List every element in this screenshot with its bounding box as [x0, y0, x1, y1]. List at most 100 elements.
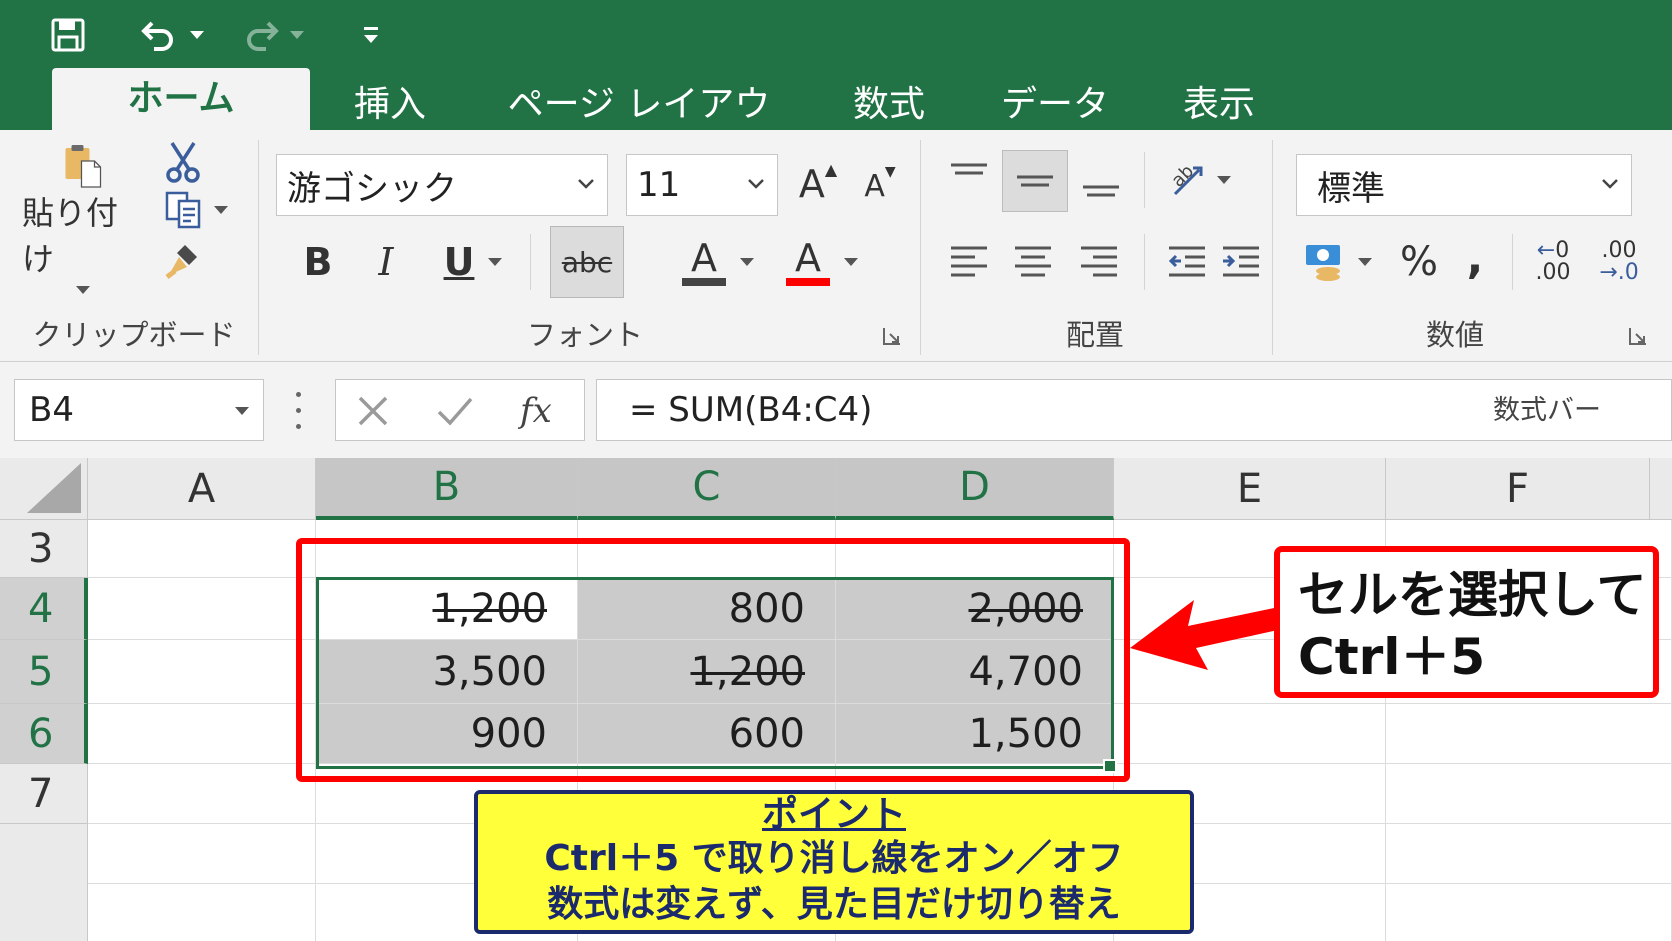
redo-dropdown-icon	[290, 31, 304, 39]
divider	[1512, 234, 1513, 290]
increase-indent-button[interactable]	[1212, 230, 1270, 294]
decrease-decimal-button[interactable]: .00 →.0	[1588, 228, 1650, 296]
number-dialog-launcher-icon[interactable]	[1628, 326, 1648, 346]
svg-text:ab: ab	[1169, 161, 1198, 192]
more-options-icon[interactable]	[292, 386, 304, 434]
align-center-icon	[1015, 246, 1051, 277]
increase-font-size-button[interactable]: A ▲	[794, 156, 842, 212]
tab-insert[interactable]: 挿入	[330, 80, 450, 130]
font-name-select[interactable]: 游ゴシック	[276, 154, 608, 216]
align-left-button[interactable]	[940, 230, 998, 294]
row-header-4[interactable]: 4	[0, 578, 88, 640]
formula-input[interactable]: = SUM(B4:C4) 数式バー	[596, 379, 1672, 441]
column-header-e[interactable]: E	[1114, 458, 1386, 520]
decrease-indent-button[interactable]	[1158, 230, 1216, 294]
tab-home[interactable]: ホーム	[52, 68, 310, 130]
row-header-5[interactable]: 5	[0, 640, 88, 704]
underline-button[interactable]: U	[428, 230, 518, 294]
cell-blank[interactable]	[1386, 824, 1672, 884]
font-color-button[interactable]: A	[776, 226, 868, 298]
cell-a4[interactable]	[88, 578, 316, 640]
strikethrough-button[interactable]: abc	[550, 226, 624, 298]
accounting-format-button[interactable]	[1296, 228, 1380, 296]
row-header-6[interactable]: 6	[0, 704, 88, 764]
align-middle-button[interactable]	[1002, 150, 1068, 212]
group-separator	[920, 140, 921, 355]
row-header-3[interactable]: 3	[0, 520, 88, 578]
increase-decimal-button[interactable]: ←0 .00	[1522, 228, 1584, 296]
highlight-dropdown-icon	[740, 258, 754, 266]
orientation-dropdown-icon	[1217, 176, 1231, 184]
copy-button[interactable]	[158, 188, 234, 232]
align-bottom-button[interactable]	[1072, 158, 1130, 210]
bold-button[interactable]: B	[290, 230, 346, 294]
enter-check-icon[interactable]	[436, 394, 474, 428]
strikethrough-icon: abc	[561, 245, 613, 279]
undo-dropdown-icon	[190, 31, 204, 39]
font-size-select[interactable]: 11	[626, 154, 778, 216]
insert-function-icon[interactable]: fx	[516, 388, 562, 434]
align-center-button[interactable]	[1004, 230, 1062, 294]
font-name-value: 游ゴシック	[287, 168, 457, 209]
column-header-a[interactable]: A	[88, 458, 316, 520]
column-header-d[interactable]: D	[836, 458, 1114, 520]
chevron-down-icon	[748, 179, 764, 189]
font-dialog-launcher-icon[interactable]	[882, 326, 902, 346]
font-color-dropdown-icon	[844, 258, 858, 266]
percent-style-button[interactable]: %	[1392, 228, 1446, 296]
cell-f6[interactable]	[1386, 704, 1672, 764]
select-all-corner[interactable]	[0, 458, 88, 520]
cancel-icon[interactable]	[356, 394, 390, 428]
redo-icon	[247, 21, 279, 51]
format-painter-button[interactable]	[160, 238, 206, 286]
italic-button[interactable]: I	[358, 230, 414, 294]
column-header-c[interactable]: C	[578, 458, 836, 520]
decrease-indent-icon	[1168, 246, 1205, 277]
align-right-button[interactable]	[1070, 230, 1128, 294]
paste-icon	[65, 145, 102, 188]
row-header-blank	[0, 824, 88, 941]
font-color-icon: A	[786, 238, 830, 286]
name-box-value: B4	[29, 390, 74, 430]
cell-f7[interactable]	[1386, 764, 1672, 824]
column-header-f[interactable]: F	[1386, 458, 1650, 520]
number-format-select[interactable]: 標準	[1296, 154, 1632, 216]
cell-a5[interactable]	[88, 640, 316, 704]
redo-button[interactable]	[232, 14, 312, 56]
font-size-value: 11	[637, 165, 681, 205]
column-header-b[interactable]: B	[316, 458, 578, 520]
cell-blank[interactable]	[1386, 884, 1672, 941]
customize-icon[interactable]	[356, 14, 386, 56]
paste-button[interactable]: 貼り付け	[22, 144, 144, 294]
group-separator	[258, 140, 259, 355]
divider	[530, 234, 531, 290]
cell-blank[interactable]	[88, 884, 316, 941]
arrow-left-icon: ←0	[1536, 238, 1570, 263]
cell-e6[interactable]	[1114, 704, 1386, 764]
underline-icon: U	[443, 240, 475, 284]
cell-a7[interactable]	[88, 764, 316, 824]
align-top-button[interactable]	[940, 150, 998, 202]
highlight-color-button[interactable]: A	[672, 226, 764, 298]
cell-blank[interactable]	[88, 824, 316, 884]
comma-style-button[interactable]: ,	[1450, 224, 1500, 292]
align-top-icon	[951, 163, 987, 175]
undo-button[interactable]	[132, 14, 212, 56]
tab-page-layout[interactable]: ページ レイアウト	[496, 80, 782, 175]
cut-button[interactable]	[160, 138, 206, 186]
note-line-1: Ctrl＋5 で取り消し線をオン／オフ	[544, 838, 1124, 879]
tab-data[interactable]: データ	[990, 80, 1120, 130]
tab-formulas[interactable]: 数式	[830, 80, 948, 130]
name-box[interactable]: B4	[14, 379, 264, 441]
cell-a3[interactable]	[88, 520, 316, 578]
cell-a6[interactable]	[88, 704, 316, 764]
orientation-button[interactable]: ab	[1160, 150, 1240, 210]
callout-box: セルを選択して Ctrl＋5	[1274, 546, 1659, 698]
row-header-7[interactable]: 7	[0, 764, 88, 824]
arrow-left-icon	[1130, 600, 1278, 670]
save-icon[interactable]	[46, 14, 90, 56]
column-header-overflow	[1650, 458, 1672, 520]
tab-view[interactable]: 表示	[1160, 80, 1278, 130]
paste-label: 貼り付け	[22, 194, 119, 278]
decrease-font-size-button[interactable]: A ▼	[858, 160, 902, 212]
